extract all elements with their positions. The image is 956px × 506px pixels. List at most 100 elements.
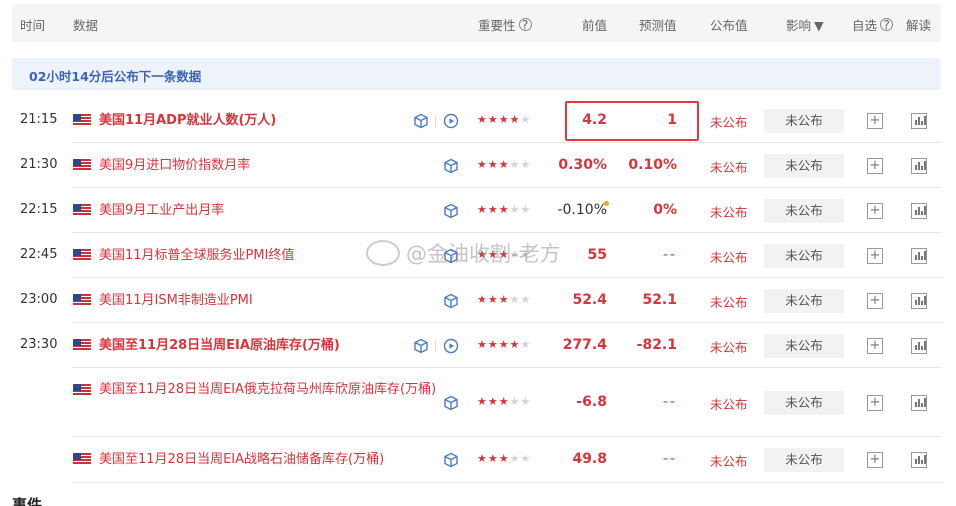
row-title[interactable]: 美国至11月28日当周EIA俄克拉荷马州库欣原油库存(万桶) xyxy=(99,380,444,400)
header-watchlist: 自选? xyxy=(852,15,894,34)
table-row: 22:15 美国9月工业产出月率 ★★★★★ -0.10% 0% 未公布 未公布 + xyxy=(12,188,941,233)
star-empty-icon: ★ xyxy=(509,202,521,216)
add-watchlist-button[interactable]: + xyxy=(867,202,883,219)
importance-stars: ★★★★★ xyxy=(477,293,531,306)
star-filled-icon: ★ xyxy=(498,452,510,465)
star-filled-icon: ★ xyxy=(477,202,488,216)
table-row: 23:30 美国至11月28日当周EIA原油库存(万桶) ★★★★★ 277.4 -82… xyxy=(12,323,941,368)
previous-value: 277.4 xyxy=(562,336,607,353)
header-data: 数据 xyxy=(73,18,99,33)
table-row: 美国至11月28日当周EIA俄克拉荷马州库欣原油库存(万桶) ★★★★★ -6.8-… xyxy=(12,368,941,437)
forecast-value: -- xyxy=(662,393,677,410)
row-title[interactable]: 美国至11月28日当周EIA战略石油储备库存(万桶) xyxy=(99,450,429,470)
star-empty-icon: ★ xyxy=(520,202,532,216)
bar-chart-icon[interactable] xyxy=(911,202,927,219)
published-status: 未公布 xyxy=(710,294,748,310)
cube-icon[interactable] xyxy=(443,203,459,219)
impact-badge: 未公布 xyxy=(764,243,844,268)
star-filled-icon: ★ xyxy=(487,202,499,216)
header-published: 公布值 xyxy=(710,18,748,33)
watermark: @金油收割-老方 xyxy=(366,238,561,268)
header-interpret: 解读 xyxy=(906,18,932,33)
sort-caret-icon: ▼ xyxy=(814,18,824,33)
cube-icon[interactable] xyxy=(443,395,459,411)
published-status: 未公布 xyxy=(710,339,748,355)
importance-stars: ★★★★★ xyxy=(477,452,531,465)
play-icon[interactable] xyxy=(443,338,459,354)
row-title[interactable]: 美国至11月28日当周EIA原油库存(万桶) xyxy=(99,336,429,356)
previous-value: -6.8 xyxy=(576,393,607,410)
star-filled-icon: ★ xyxy=(498,202,510,216)
weibo-icon xyxy=(366,240,400,266)
row-title[interactable]: 美国11月ADP就业人数(万人) xyxy=(99,111,429,131)
forecast-value: -82.1 xyxy=(636,336,677,353)
forecast-value: 0% xyxy=(653,201,677,218)
play-icon[interactable] xyxy=(443,113,459,129)
add-watchlist-button[interactable]: + xyxy=(867,292,883,309)
add-watchlist-button[interactable]: + xyxy=(867,247,883,264)
star-empty-icon: ★ xyxy=(520,394,532,408)
star-filled-icon: ★ xyxy=(498,157,510,171)
importance-stars: ★★★★★ xyxy=(477,113,531,126)
header-previous: 前值 xyxy=(582,18,608,33)
header-forecast: 预测值 xyxy=(639,18,677,33)
help-icon[interactable]: ? xyxy=(880,18,894,31)
star-filled-icon: ★ xyxy=(477,337,488,351)
importance-stars: ★★★★★ xyxy=(477,158,531,171)
bar-chart-icon[interactable] xyxy=(911,452,927,468)
header-time: 时间 xyxy=(20,18,46,33)
star-filled-icon: ★ xyxy=(498,337,510,351)
forecast-value: 0.10% xyxy=(628,156,677,173)
next-release-notice: 02小时14分后公布下一条数据 xyxy=(12,58,941,90)
previous-value: 0.30% xyxy=(558,156,607,173)
row-title[interactable]: 美国11月ISM非制造业PMI xyxy=(99,291,429,311)
cube-icon[interactable] xyxy=(443,158,459,174)
impact-badge: 未公布 xyxy=(764,333,844,358)
star-empty-icon: ★ xyxy=(509,452,521,465)
bar-chart-icon[interactable] xyxy=(911,337,927,354)
star-empty-icon: ★ xyxy=(520,337,532,351)
help-icon[interactable]: ? xyxy=(518,18,532,31)
row-title[interactable]: 美国9月进口物价指数月率 xyxy=(99,156,429,176)
header-impact[interactable]: 影响 ▼ xyxy=(786,15,824,34)
header-importance: 重要性? xyxy=(478,15,532,34)
cube-icon[interactable] xyxy=(443,293,459,309)
published-status: 未公布 xyxy=(710,114,748,130)
row-time: 22:15 xyxy=(20,201,58,217)
revised-dot-icon xyxy=(604,200,609,206)
bar-chart-icon[interactable] xyxy=(911,247,927,264)
star-empty-icon: ★ xyxy=(509,292,521,306)
bar-chart-icon[interactable] xyxy=(911,394,927,411)
add-watchlist-button[interactable]: + xyxy=(867,112,883,129)
add-watchlist-button[interactable]: + xyxy=(867,394,883,411)
star-filled-icon: ★ xyxy=(477,292,488,306)
star-empty-icon: ★ xyxy=(520,292,532,306)
row-time: 22:45 xyxy=(20,246,58,262)
star-filled-icon: ★ xyxy=(477,112,488,126)
star-filled-icon: ★ xyxy=(509,337,521,351)
add-watchlist-button[interactable]: + xyxy=(867,157,883,174)
cube-icon[interactable] xyxy=(413,113,429,129)
impact-badge: 未公布 xyxy=(764,108,844,133)
star-filled-icon: ★ xyxy=(498,394,510,408)
add-watchlist-button[interactable]: + xyxy=(867,452,883,468)
star-empty-icon: ★ xyxy=(509,394,521,408)
cube-icon[interactable] xyxy=(413,338,429,354)
bar-chart-icon[interactable] xyxy=(911,292,927,309)
bar-chart-icon[interactable] xyxy=(911,112,927,129)
us-flag-icon xyxy=(73,453,91,465)
section-title-events: 事件 xyxy=(12,496,43,506)
divider xyxy=(435,339,436,352)
table-row: 21:30 美国9月进口物价指数月率 ★★★★★ 0.30% 0.10% 未公布 未公布 + xyxy=(12,143,941,188)
previous-value: 49.8 xyxy=(572,451,607,467)
previous-value: -0.10% xyxy=(557,201,607,218)
row-title[interactable]: 美国9月工业产出月率 xyxy=(99,201,429,221)
bar-chart-icon[interactable] xyxy=(911,157,927,174)
star-filled-icon: ★ xyxy=(487,292,499,306)
previous-value: 55 xyxy=(587,246,607,263)
star-filled-icon: ★ xyxy=(477,157,488,171)
us-flag-icon xyxy=(73,293,91,306)
cube-icon[interactable] xyxy=(443,452,459,468)
table-header: 时间 数据 重要性? 前值 预测值 公布值 影响 ▼ 自选? 解读 xyxy=(12,4,941,42)
add-watchlist-button[interactable]: + xyxy=(867,337,883,354)
